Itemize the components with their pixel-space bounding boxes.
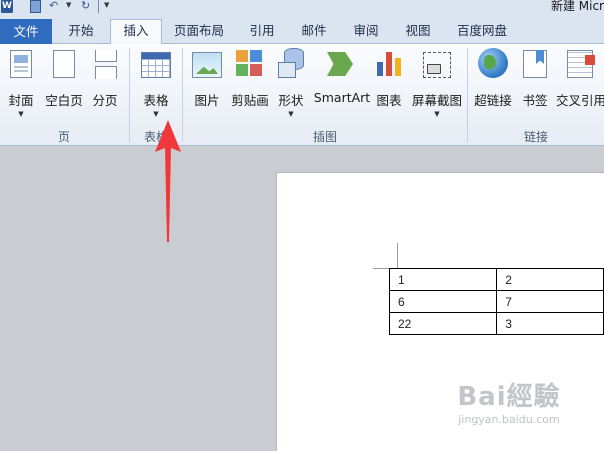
table-cell[interactable]: 3	[496, 312, 604, 335]
clip-art-label: 剪贴画	[231, 93, 269, 108]
shapes-label: 形状	[278, 93, 304, 108]
page-break-icon	[93, 50, 117, 79]
shapes-dropdown-icon: ▼	[288, 110, 294, 118]
title-bar: W ↶ ▼ ↻ ▼ 新建 Micr	[0, 0, 604, 14]
table-row: 6 7	[388, 290, 604, 313]
tab-references[interactable]: 引用	[238, 20, 286, 44]
blank-page-label: 空白页	[45, 93, 83, 108]
tab-mailings[interactable]: 邮件	[290, 20, 338, 44]
picture-icon	[192, 52, 222, 78]
group-label-pages: 页	[57, 130, 70, 144]
picture-label: 图片	[194, 93, 220, 108]
bookmark-button[interactable]: 书签	[518, 48, 552, 108]
window-title: 新建 Micr	[550, 0, 604, 13]
table-icon	[141, 52, 171, 78]
ribbon-tab-row: 文件 开始 插入 页面布局 引用 邮件 审阅 视图 百度网盘	[0, 14, 604, 44]
bookmark-label: 书签	[522, 93, 548, 108]
baidu-jingyan-watermark: Bai經驗 jingyan.baidu.com	[444, 381, 574, 439]
tab-insert[interactable]: 插入	[110, 19, 162, 44]
bookmark-icon	[523, 50, 547, 78]
tab-review[interactable]: 审阅	[342, 20, 390, 44]
group-label-illustrations: 插图	[312, 130, 337, 144]
cover-page-icon	[10, 50, 32, 78]
cross-reference-label: 交叉引用	[556, 93, 604, 108]
hyperlink-button[interactable]: 超链接	[472, 48, 514, 108]
ribbon-insert-panel: 封面 ▼ 空白页 分页 页 表格 ▼ 表格 图片 剪贴画 形状 ▼ SmartA…	[0, 44, 604, 146]
undo-icon[interactable]: ↶	[49, 0, 61, 13]
document-table[interactable]: 1 2 6 7 22 3	[388, 268, 604, 335]
watermark-logo: Bai經驗	[457, 382, 561, 412]
clip-art-icon	[236, 50, 264, 78]
table-cell[interactable]: 22	[388, 312, 498, 335]
table-row: 22 3	[388, 312, 604, 335]
tab-page-layout[interactable]: 页面布局	[164, 20, 234, 44]
shapes-icon	[276, 48, 306, 78]
table-label: 表格	[143, 93, 169, 108]
blank-page-button[interactable]: 空白页	[42, 48, 86, 108]
smartart-button[interactable]: SmartArt	[312, 48, 372, 105]
hyperlink-label: 超链接	[474, 93, 512, 108]
table-cell[interactable]: 2	[496, 268, 604, 291]
smartart-label: SmartArt	[313, 90, 371, 105]
screenshot-label: 屏幕截图	[411, 93, 462, 108]
table-cell[interactable]: 1	[388, 268, 498, 291]
picture-button[interactable]: 图片	[190, 48, 224, 108]
cross-reference-button[interactable]: 交叉引用	[556, 48, 604, 108]
arrow-head	[155, 120, 181, 242]
screenshot-button[interactable]: 屏幕截图 ▼	[408, 48, 466, 118]
shapes-button[interactable]: 形状 ▼	[274, 48, 308, 118]
margin-corner-mark	[397, 243, 398, 269]
chart-label: 图表	[376, 93, 402, 108]
undo-dropdown-icon[interactable]: ▼	[66, 0, 71, 13]
smartart-icon	[325, 50, 359, 78]
screenshot-dropdown-icon: ▼	[434, 110, 440, 118]
table-row: 1 2	[388, 268, 604, 291]
chart-button[interactable]: 图表	[372, 48, 406, 108]
tab-file[interactable]: 文件	[0, 19, 52, 44]
quick-access-separator	[98, 0, 99, 13]
cover-page-dropdown-icon: ▼	[18, 110, 24, 118]
document-canvas[interactable]: 1 2 6 7 22 3 Bai經驗 jingyan.baidu.com	[0, 147, 604, 451]
redo-icon[interactable]: ↻	[81, 0, 93, 13]
cover-page-label: 封面	[8, 93, 34, 108]
page-break-button[interactable]: 分页	[88, 48, 122, 108]
page-break-label: 分页	[92, 93, 118, 108]
word-app-icon[interactable]: W	[1, 0, 13, 13]
cover-page-button[interactable]: 封面 ▼	[4, 48, 38, 118]
table-button[interactable]: 表格 ▼	[138, 48, 174, 118]
save-icon[interactable]	[30, 0, 41, 13]
watermark-url: jingyan.baidu.com	[458, 413, 560, 426]
screenshot-icon	[423, 52, 451, 78]
tab-view[interactable]: 视图	[394, 20, 442, 44]
customize-quick-access-icon[interactable]: ▼	[104, 0, 109, 13]
red-arrow-annotation	[155, 120, 181, 242]
table-cell[interactable]: 7	[496, 290, 604, 313]
table-dropdown-icon: ▼	[153, 110, 159, 118]
hyperlink-globe-icon	[478, 48, 508, 78]
tab-baidu-netdisk[interactable]: 百度网盘	[446, 20, 518, 44]
cross-reference-icon	[567, 50, 595, 78]
table-cell[interactable]: 6	[388, 290, 498, 313]
group-label-links: 链接	[523, 130, 548, 144]
blank-page-icon	[53, 50, 75, 78]
chart-icon	[374, 48, 404, 78]
tab-home[interactable]: 开始	[55, 20, 107, 44]
clip-art-button[interactable]: 剪贴画	[228, 48, 272, 108]
